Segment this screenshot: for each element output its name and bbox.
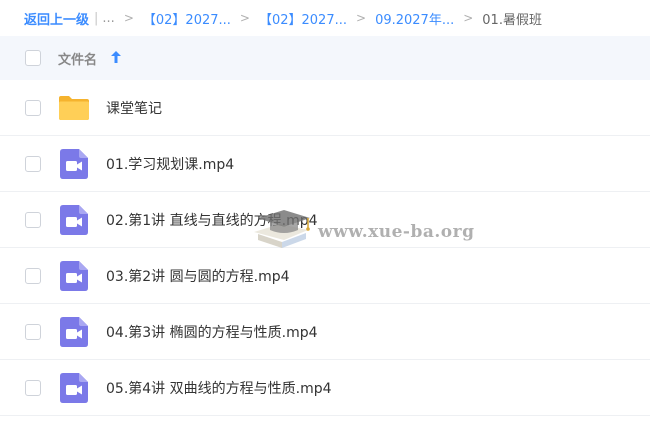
file-row-video[interactable]: 04.第3讲 椭圆的方程与性质.mp4 bbox=[0, 304, 650, 360]
back-button[interactable]: 返回上一级 bbox=[24, 9, 89, 28]
breadcrumb-item-3[interactable]: 09.2027年... bbox=[375, 9, 454, 28]
breadcrumb: 返回上一级 | ... > 【02】2027... > 【02】2027... … bbox=[0, 0, 650, 36]
video-file-icon bbox=[60, 149, 88, 179]
breadcrumb-ellipsis[interactable]: ... bbox=[102, 11, 114, 26]
file-name[interactable]: 课堂笔记 bbox=[106, 98, 162, 118]
file-row-video[interactable]: 03.第2讲 圆与圆的方程.mp4 bbox=[0, 248, 650, 304]
breadcrumb-separator: > bbox=[356, 11, 367, 25]
file-name[interactable]: 05.第4讲 双曲线的方程与性质.mp4 bbox=[106, 378, 332, 398]
breadcrumb-separator: > bbox=[239, 11, 250, 25]
file-row-folder[interactable]: 课堂笔记 bbox=[0, 80, 650, 136]
breadcrumb-item-1[interactable]: 【02】2027... bbox=[143, 9, 231, 28]
video-file-icon bbox=[60, 205, 88, 235]
file-list-header: 文件名 bbox=[0, 36, 650, 80]
folder-icon bbox=[59, 96, 89, 120]
file-name[interactable]: 04.第3讲 椭圆的方程与性质.mp4 bbox=[106, 322, 318, 342]
breadcrumb-pipe: | bbox=[94, 10, 99, 26]
row-checkbox[interactable] bbox=[25, 212, 41, 228]
select-all-checkbox[interactable] bbox=[25, 50, 41, 66]
breadcrumb-item-2[interactable]: 【02】2027... bbox=[259, 9, 347, 28]
row-checkbox[interactable] bbox=[25, 324, 41, 340]
video-file-icon bbox=[60, 317, 88, 347]
file-name[interactable]: 02.第1讲 直线与直线的方程.mp4 bbox=[106, 210, 318, 230]
breadcrumb-separator: > bbox=[463, 11, 474, 25]
file-name[interactable]: 01.学习规划课.mp4 bbox=[106, 154, 234, 174]
breadcrumb-current: 01.暑假班 bbox=[482, 12, 542, 28]
file-row-video[interactable]: 05.第4讲 双曲线的方程与性质.mp4 bbox=[0, 360, 650, 416]
arrow-up-icon[interactable] bbox=[110, 50, 122, 64]
breadcrumb-separator: > bbox=[123, 11, 134, 25]
video-file-icon bbox=[60, 261, 88, 291]
file-name[interactable]: 03.第2讲 圆与圆的方程.mp4 bbox=[106, 266, 290, 286]
filename-column-header[interactable]: 文件名 bbox=[58, 49, 97, 68]
row-checkbox[interactable] bbox=[25, 156, 41, 172]
row-checkbox[interactable] bbox=[25, 380, 41, 396]
row-checkbox[interactable] bbox=[25, 100, 41, 116]
row-checkbox[interactable] bbox=[25, 268, 41, 284]
file-row-video[interactable]: 01.学习规划课.mp4 bbox=[0, 136, 650, 192]
file-row-video[interactable]: 02.第1讲 直线与直线的方程.mp4 bbox=[0, 192, 650, 248]
video-file-icon bbox=[60, 373, 88, 403]
